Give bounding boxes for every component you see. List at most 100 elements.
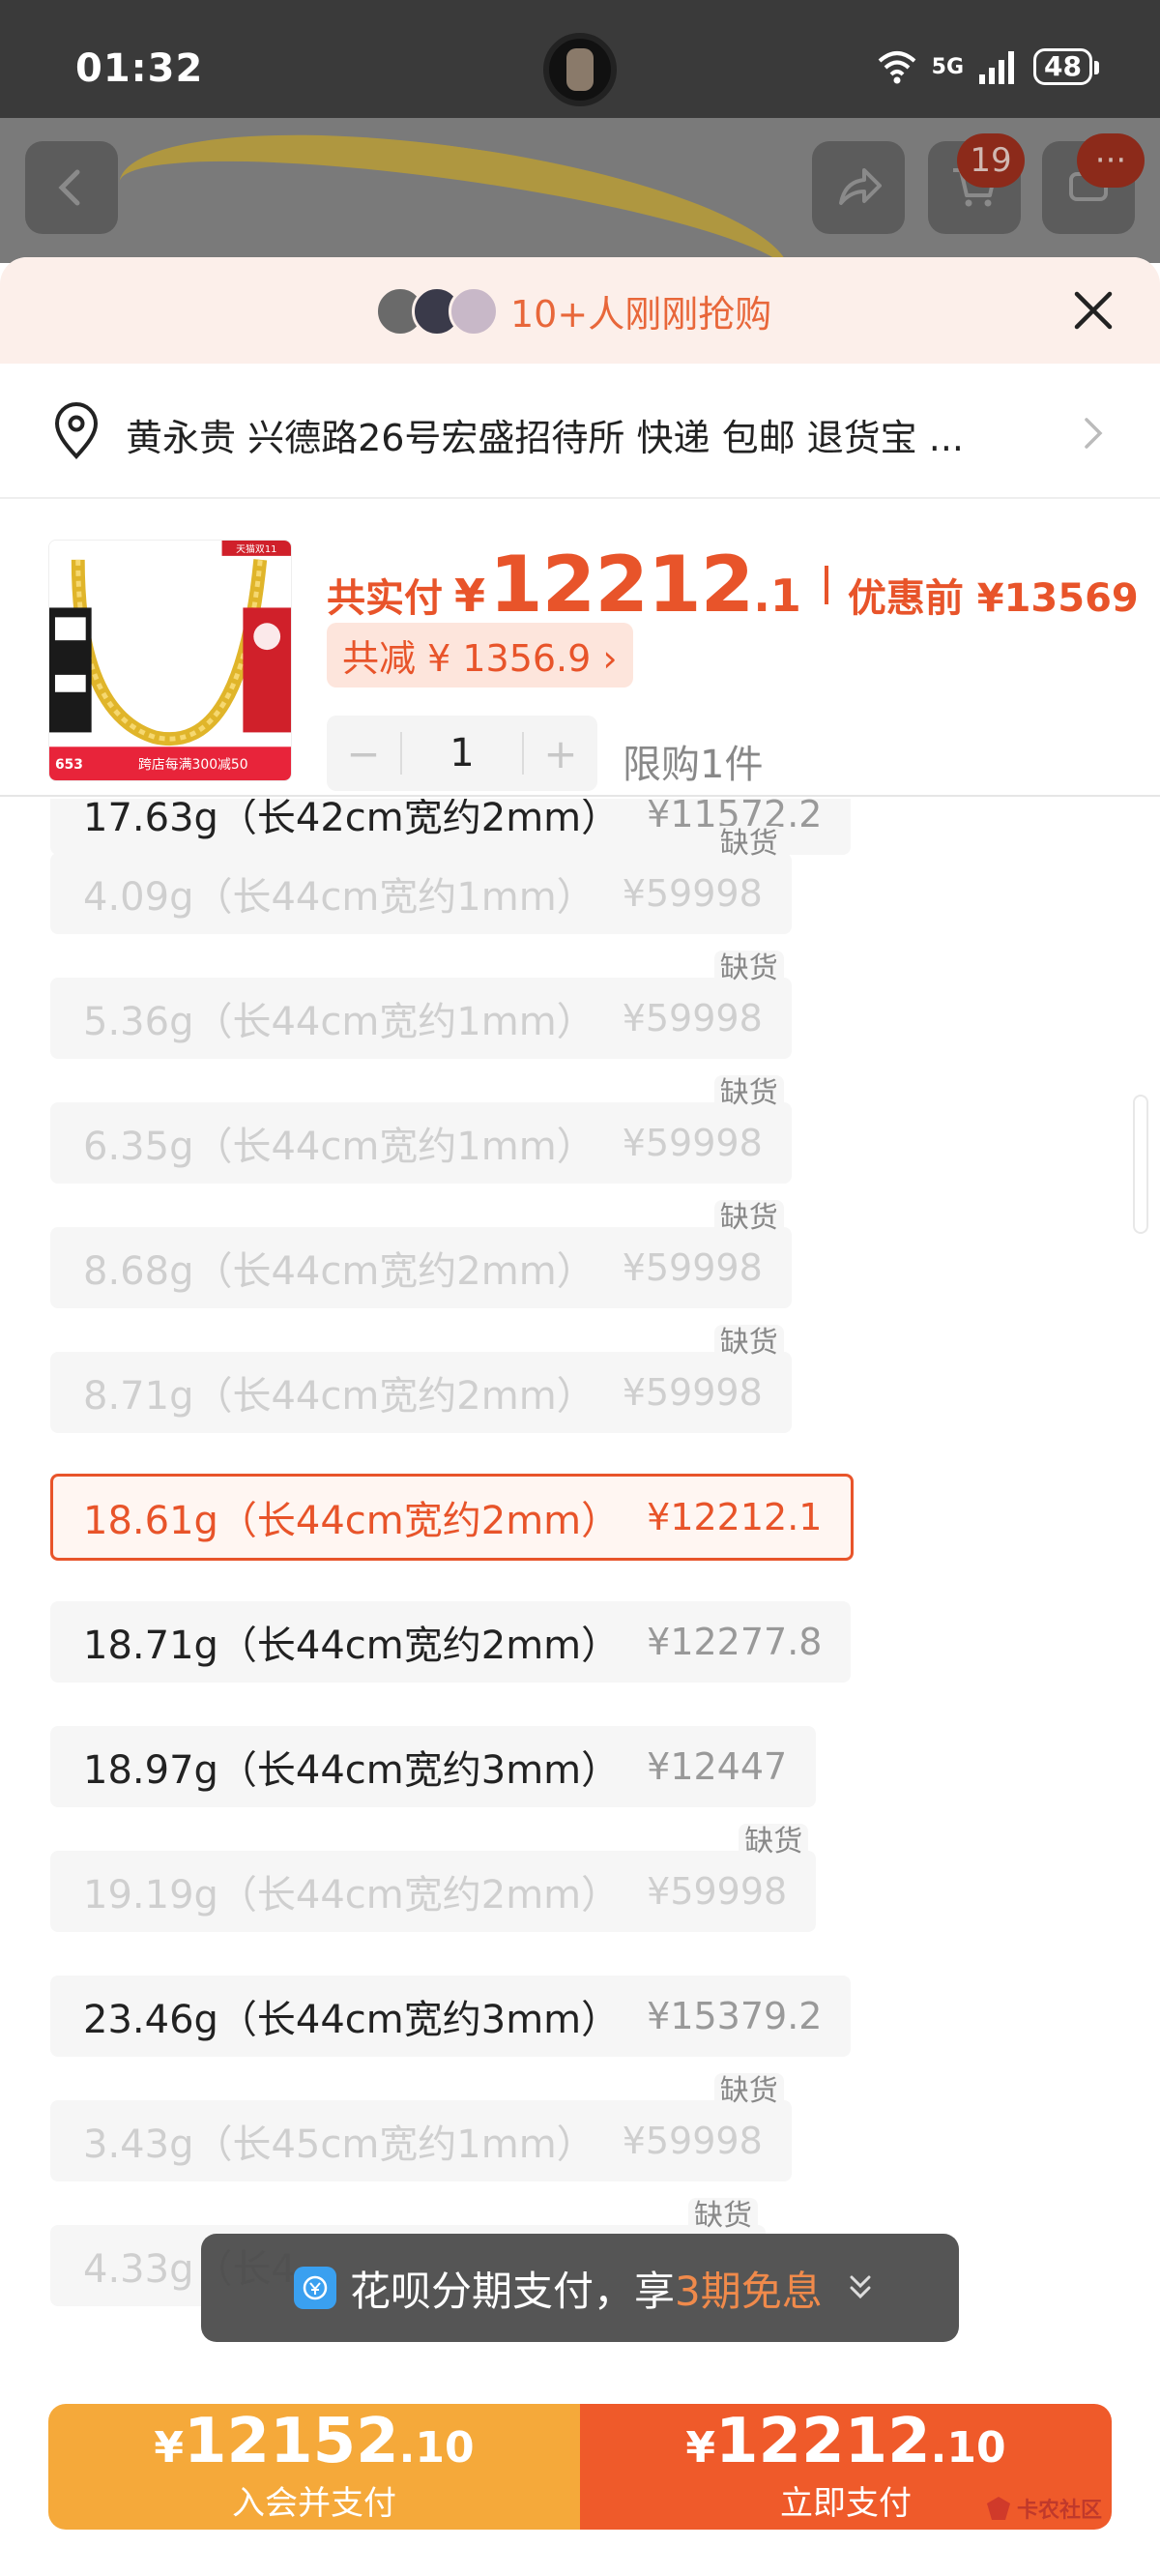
sku-option-9[interactable]: 19.19g（长44cm宽约2mm） ¥59998 缺货 [50,1824,817,1932]
sku-option-6[interactable]: 18.61g（长44cm宽约2mm） ¥12212.1 [50,1474,855,1561]
sku-option-1[interactable]: 4.09g（长44cm宽约1mm） ¥59998 缺货 [50,826,792,934]
pay-price: ¥ 12212 .10 [685,2411,1005,2473]
signal-icon [979,51,1015,84]
increase-button[interactable]: + [524,730,597,777]
wifi-icon [878,51,915,84]
sku-option-5[interactable]: 8.71g（长44cm宽约2mm） ¥59998 缺货 [50,1325,792,1433]
product-image-count: 653 [55,757,83,773]
status-icons: 5G 48 [876,48,1099,85]
member-price-integer: 12152 [184,2405,399,2477]
sku-price: ¥12277.8 [647,1621,823,1663]
share-icon [839,168,882,205]
sku-label: 8.68g（长44cm宽约2mm） [83,1249,595,1294]
out-of-stock-tag: 缺货 [688,2198,758,2235]
chevron-right-icon [1085,418,1103,449]
more-badge: ··· [1077,133,1145,188]
product-image: 天猫双11 653 跨店每满300减50 [49,541,291,780]
checkout-bar: ¥ 12152 .10 入会并支付 ¥ 12212 .10 立即支付 [48,2404,1112,2530]
cart-count-badge: 19 [957,133,1025,188]
watermark-logo-icon [987,2497,1010,2520]
sku-option-8[interactable]: 18.97g（长44cm宽约3mm） ¥12447 [50,1726,817,1807]
quantity-stepper: − 1 + [327,716,597,791]
avatar [449,286,499,337]
location-pin-icon [54,402,99,459]
close-icon[interactable] [1065,282,1121,338]
sku-label: 6.35g（长44cm宽约1mm） [83,1125,595,1169]
pay-price-decimal: .10 [930,2422,1006,2473]
sku-label: 23.46g（长44cm宽约3mm） [83,1998,621,2042]
purchase-limit: 限购1件 [623,743,764,787]
cart-button[interactable]: 19 [928,133,1025,234]
sku-price: ¥12212.1 [647,1496,823,1538]
sku-label: 8.71g（长44cm宽约2mm） [83,1374,595,1419]
decrease-button[interactable]: − [327,730,400,777]
toast-text: 花呗分期支付，享 [350,2267,676,2315]
product-image-badge: 天猫双11 [236,542,276,555]
recent-buyers-text: 10+人刚刚抢购 [510,293,772,336]
sku-options-list: 17.63g（长42cm宽约2mm） ¥11572.2 4.09g（长44cm宽… [0,799,1160,2423]
currency-symbol: ¥ [685,2422,715,2473]
discount-chip[interactable]: 共减 ¥ 1356.9 › [327,623,633,688]
out-of-stock-tag: 缺货 [713,826,784,863]
status-bar: 01:32 5G 48 [0,0,1160,118]
sku-option-7[interactable]: 18.71g（长44cm宽约2mm） ¥12277.8 [50,1601,852,1683]
sku-label: 5.36g（长44cm宽约1mm） [83,1000,595,1044]
recent-buyers-banner: 10+人刚刚抢购 [0,257,1160,364]
sku-price: ¥15379.2 [647,1995,823,2037]
network-label: 5G [931,54,965,79]
sku-price: ¥59998 [622,1371,763,1414]
total-pay-integer: 12212 [489,540,754,629]
sku-option-4[interactable]: 8.68g（长44cm宽约2mm） ¥59998 缺货 [50,1200,792,1308]
out-of-stock-tag: 缺货 [713,951,784,987]
out-of-stock-tag: 缺货 [713,2073,784,2110]
status-time: 01:32 [75,46,204,91]
address-row[interactable]: 黄永贵 兴德路26号宏盛招待所 快递 包邮 退货宝 ... [0,364,1160,499]
sku-price: ¥59998 [622,2120,763,2162]
out-of-stock-tag: 缺货 [713,1200,784,1237]
battery-indicator: 48 [1033,48,1099,85]
currency-symbol: ¥ [154,2422,184,2473]
background-product-image [107,118,801,263]
quantity-value[interactable]: 1 [402,731,522,776]
front-camera [543,33,617,106]
member-price: ¥ 12152 .10 [154,2411,474,2473]
more-button[interactable]: ··· [1042,133,1145,234]
sku-label: 18.61g（长44cm宽约2mm） [83,1499,621,1543]
buyer-avatars [375,286,501,337]
toast-highlight: 3期免息 [675,2267,823,2315]
sku-price: ¥59998 [622,1122,763,1164]
out-of-stock-tag: 缺货 [713,1075,784,1112]
sku-option-3[interactable]: 6.35g（长44cm宽约1mm） ¥59998 缺货 [50,1075,792,1184]
back-button[interactable] [25,141,118,234]
installment-toast[interactable]: 花呗分期支付，享 3期免息 [201,2234,959,2342]
sku-price: ¥59998 [622,872,763,915]
pay-now-label: 立即支付 [780,2483,912,2523]
sku-label: 3.43g（长45cm宽约1mm） [83,2122,595,2167]
out-of-stock-tag: 缺货 [713,1325,784,1361]
double-chevron-down-icon [850,2275,871,2299]
sku-option-10[interactable]: 23.46g（长44cm宽约3mm） ¥15379.2 [50,1976,852,2057]
pay-price-integer: 12212 [715,2405,931,2477]
out-of-stock-tag: 缺货 [739,1824,809,1860]
join-and-pay-button[interactable]: ¥ 12152 .10 入会并支付 [48,2404,580,2530]
sku-label: 4.09g（长44cm宽约1mm） [83,875,595,920]
watermark-text: 卡农社区 [1017,2499,1103,2523]
product-image-promo: 跨店每满300减50 [138,757,248,773]
price-line: 共实付 ¥ 12212 .1 优惠前 ¥13569 [327,540,1139,629]
sku-label: 19.19g（长44cm宽约2mm） [83,1873,621,1917]
sku-label: 18.97g（长44cm宽约3mm） [83,1748,621,1793]
sku-price: ¥12447 [647,1745,788,1788]
product-thumbnail[interactable]: 天猫双11 653 跨店每满300减50 [48,540,292,781]
join-and-pay-label: 入会并支付 [232,2483,396,2523]
sku-label: 18.71g（长44cm宽约2mm） [83,1624,621,1668]
chevron-left-icon [58,169,80,206]
share-button[interactable] [812,141,905,234]
price-divider [824,565,828,604]
total-pay-decimal: .1 [753,570,801,622]
sku-option-11[interactable]: 3.43g（长45cm宽约1mm） ¥59998 缺货 [50,2073,792,2181]
sku-price: ¥59998 [622,1246,763,1289]
total-pay-label: 共实付 [327,576,443,621]
sku-option-2[interactable]: 5.36g（长44cm宽约1mm） ¥59998 缺货 [50,951,792,1059]
scrollbar[interactable] [1133,1095,1148,1234]
watermark: 卡农社区 [984,2493,1102,2524]
